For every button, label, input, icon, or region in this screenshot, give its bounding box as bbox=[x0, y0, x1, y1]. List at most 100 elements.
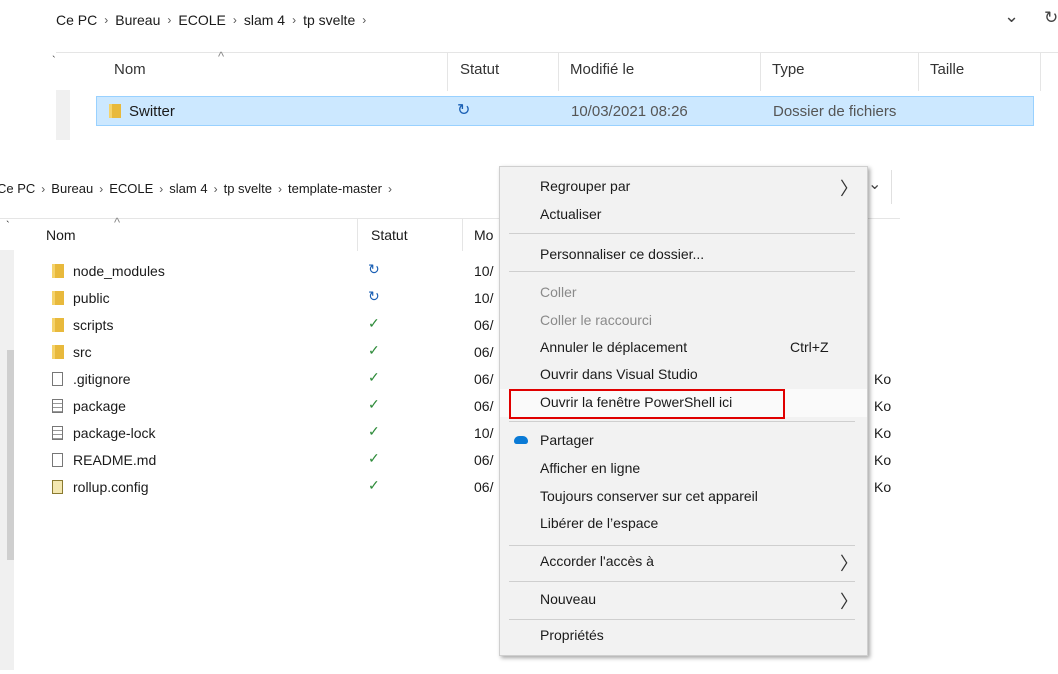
menu-item-properties[interactable]: Propriétés bbox=[500, 622, 867, 650]
script-file-icon bbox=[52, 480, 63, 494]
menu-separator bbox=[509, 271, 855, 272]
sync-icon: ↻ bbox=[368, 288, 380, 304]
menu-item-share[interactable]: Partager bbox=[500, 427, 867, 455]
menu-item-label: Ouvrir dans Visual Studio bbox=[540, 366, 698, 382]
chevron-right-icon: › bbox=[167, 13, 172, 27]
column-modified[interactable]: Modifié le bbox=[570, 61, 634, 78]
file-name: .gitignore bbox=[73, 371, 131, 387]
folder-icon bbox=[109, 104, 121, 118]
file-name: Switter bbox=[129, 103, 175, 120]
breadcrumb-item[interactable]: tp svelte bbox=[224, 181, 272, 196]
check-circle-icon: ✓ bbox=[368, 315, 380, 331]
menu-item-label: Coller bbox=[540, 284, 577, 300]
highlight-box bbox=[509, 389, 785, 419]
menu-item-customize[interactable]: Personnaliser ce dossier... bbox=[500, 241, 867, 269]
menu-item-refresh[interactable]: Actualiser bbox=[500, 201, 867, 229]
chevron-right-icon: 〉 bbox=[840, 592, 858, 612]
menu-item-group-by[interactable]: Regrouper par 〉 bbox=[500, 173, 867, 201]
menu-item-paste[interactable]: Coller bbox=[500, 279, 867, 307]
breadcrumb-bottom: Ce PC › Bureau › ECOLE › slam 4 › tp sve… bbox=[0, 181, 398, 196]
sort-up-icon: ^ bbox=[114, 215, 121, 230]
breadcrumb-top: Ce PC › Bureau › ECOLE › slam 4 › tp sve… bbox=[56, 12, 373, 28]
menu-item-open-visual-studio[interactable]: Ouvrir dans Visual Studio bbox=[500, 361, 867, 389]
file-icon bbox=[52, 372, 63, 386]
breadcrumb-item[interactable]: ECOLE bbox=[178, 12, 225, 28]
dropdown-icon[interactable]: ⌄ bbox=[868, 174, 881, 194]
breadcrumb-item[interactable]: template-master bbox=[288, 181, 382, 196]
file-size: Ko bbox=[874, 452, 892, 468]
menu-item-free-space[interactable]: Libérer de l’espace bbox=[500, 510, 867, 538]
chevron-right-icon: › bbox=[232, 13, 237, 27]
column-name[interactable]: Nom bbox=[46, 227, 76, 243]
modified-date: 10/ bbox=[474, 290, 494, 306]
menu-item-give-access[interactable]: Accorder l'accès à 〉 bbox=[500, 548, 867, 576]
menu-separator bbox=[509, 421, 855, 422]
breadcrumb-item[interactable]: ECOLE bbox=[109, 181, 153, 196]
modified-date: 06/ bbox=[474, 344, 494, 360]
column-name[interactable]: Nom bbox=[114, 61, 146, 78]
breadcrumb-item[interactable]: Ce PC bbox=[56, 12, 97, 28]
file-name: package-lock bbox=[73, 425, 156, 441]
table-row-selected[interactable]: Switter ↻ 10/03/2021 08:26 Dossier de fi… bbox=[96, 96, 1034, 126]
breadcrumb-item[interactable]: slam 4 bbox=[244, 12, 285, 28]
breadcrumb-item[interactable]: Bureau bbox=[115, 12, 160, 28]
file-size: Ko bbox=[874, 398, 892, 414]
column-size[interactable]: Taille bbox=[930, 61, 964, 78]
column-modified[interactable]: Mo bbox=[474, 227, 493, 243]
menu-separator bbox=[509, 233, 855, 234]
breadcrumb-item[interactable]: Bureau bbox=[51, 181, 93, 196]
folder-icon bbox=[52, 264, 64, 278]
breadcrumb-item[interactable]: tp svelte bbox=[303, 12, 355, 28]
file-type: Dossier de fichiers bbox=[773, 103, 897, 120]
menu-item-paste-shortcut[interactable]: Coller le raccourci bbox=[500, 307, 867, 335]
menu-item-label: Coller le raccourci bbox=[540, 312, 653, 328]
chevron-right-icon: › bbox=[362, 13, 367, 27]
menu-item-label: Actualiser bbox=[540, 206, 602, 222]
menu-item-undo-move[interactable]: Annuler le déplacement Ctrl+Z bbox=[500, 334, 867, 362]
check-circle-icon: ✓ bbox=[368, 477, 380, 493]
modified-date: 06/ bbox=[474, 398, 494, 414]
menu-separator bbox=[509, 619, 855, 620]
file-name: src bbox=[73, 344, 92, 360]
column-status[interactable]: Statut bbox=[460, 61, 499, 78]
menu-item-new[interactable]: Nouveau 〉 bbox=[500, 586, 867, 614]
folder-icon bbox=[52, 318, 64, 332]
file-size: Ko bbox=[874, 371, 892, 387]
text-file-icon bbox=[52, 426, 63, 440]
chevron-right-icon: › bbox=[387, 181, 392, 196]
sort-up-icon: ^ bbox=[218, 49, 225, 64]
menu-item-label: Nouveau bbox=[540, 591, 597, 607]
menu-item-label: Personnaliser ce dossier... bbox=[540, 246, 705, 262]
menu-item-label: Afficher en ligne bbox=[540, 460, 641, 476]
file-name: public bbox=[73, 290, 110, 306]
column-status[interactable]: Statut bbox=[371, 227, 408, 243]
file-name: rollup.config bbox=[73, 479, 149, 495]
check-circle-icon: ✓ bbox=[368, 450, 380, 466]
file-name: README.md bbox=[73, 452, 157, 468]
sort-arrow-icon: ` bbox=[6, 220, 10, 232]
chevron-right-icon: › bbox=[159, 181, 164, 196]
dropdown-icon[interactable]: ⌄ bbox=[1004, 6, 1019, 27]
file-size: Ko bbox=[874, 479, 892, 495]
menu-item-view-online[interactable]: Afficher en ligne bbox=[500, 455, 867, 483]
modified-date: 06/ bbox=[474, 317, 494, 333]
menu-item-label: Accorder l'accès à bbox=[540, 553, 654, 569]
modified-date: 06/ bbox=[474, 371, 494, 387]
file-name: package bbox=[73, 398, 126, 414]
menu-separator bbox=[509, 581, 855, 582]
breadcrumb-item[interactable]: Ce PC bbox=[0, 181, 35, 196]
menu-item-label: Libérer de l’espace bbox=[540, 515, 659, 531]
folder-icon bbox=[52, 345, 64, 359]
check-circle-icon: ✓ bbox=[368, 396, 380, 412]
breadcrumb-item[interactable]: slam 4 bbox=[169, 181, 207, 196]
text-file-icon bbox=[52, 399, 63, 413]
modified-date: 10/ bbox=[474, 263, 494, 279]
check-circle-icon: ✓ bbox=[368, 342, 380, 358]
check-circle-icon: ✓ bbox=[368, 423, 380, 439]
refresh-icon[interactable]: ↻ bbox=[1044, 8, 1058, 28]
column-type[interactable]: Type bbox=[772, 61, 805, 78]
chevron-right-icon: 〉 bbox=[840, 179, 858, 199]
menu-separator bbox=[509, 545, 855, 546]
file-size: Ko bbox=[874, 425, 892, 441]
menu-item-always-keep[interactable]: Toujours conserver sur cet appareil bbox=[500, 483, 867, 511]
